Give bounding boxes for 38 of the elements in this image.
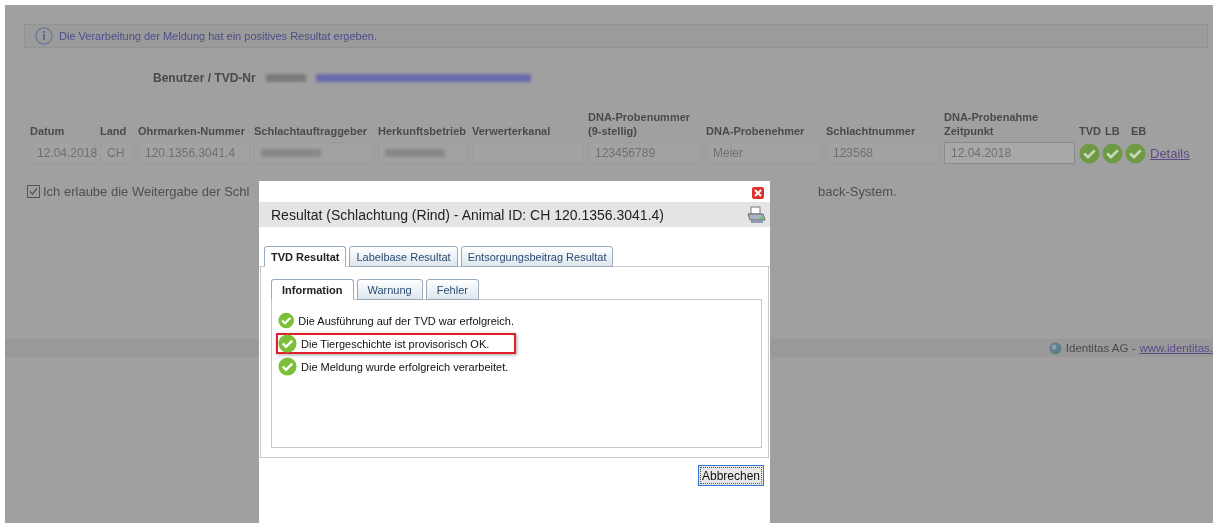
column-header: Herkunftsbetrieb (378, 124, 468, 138)
message-text: Die Ausführung auf der TVD war erfolgreich. (298, 314, 514, 327)
cancel-button[interactable]: Abbrechen (697, 465, 764, 486)
dialog-title: Resultat (Schlachtung (Rind) - Animal ID: CH 120.1356.3041.4) (271, 206, 664, 223)
blurred-number (265, 74, 306, 82)
column-header: LB (1105, 124, 1121, 138)
column-header: Schlachtauftraggeber (254, 124, 369, 138)
result-tab[interactable]: Labelbase Resultat (349, 246, 458, 267)
column-header: EB (1131, 124, 1148, 138)
message-tab[interactable]: Fehler (425, 279, 479, 300)
info-message: Die Verarbeitung der Meldung hat ein positives Resultat ergeben. (59, 30, 377, 42)
consent-text: back-System. (818, 184, 898, 199)
consent-text: Ich erlaube die Weitergabe der Schl (43, 184, 251, 199)
message-tab[interactable]: Warnung (356, 279, 423, 300)
result-tab[interactable]: TVD Resultat (264, 246, 347, 267)
column-header: TVD (1079, 124, 1102, 138)
message-tab[interactable]: Information (271, 279, 354, 300)
column-header: DNA-Probenahme Zeitpunkt (944, 110, 1040, 138)
success-icon (278, 357, 297, 376)
result-tab[interactable]: Entsorgungsbeitrag Resultat (460, 246, 614, 267)
column-header: Datum (30, 124, 66, 138)
globe-icon (1048, 341, 1062, 355)
user-label: Benutzer / TVD-Nr (153, 71, 256, 85)
message-text: Die Meldung wurde erfolgreich verarbeitet. (301, 360, 509, 373)
column-header: DNA-Probenummer (9-stellig) (588, 110, 692, 138)
column-header: Ohrmarken-Nummer (138, 124, 246, 138)
close-icon[interactable] (752, 187, 764, 199)
column-header: DNA-Probenehmer (706, 124, 806, 138)
checkbox[interactable] (27, 185, 40, 198)
info-icon (35, 27, 53, 45)
company-name: Identitas AG - (1065, 342, 1136, 354)
printer-icon[interactable] (746, 204, 766, 225)
success-icon (278, 334, 297, 353)
success-icon (278, 311, 295, 330)
column-header: Verwerterkanal (472, 124, 552, 138)
column-header: Schlachtnummer (826, 124, 917, 138)
column-header: Land (100, 124, 128, 138)
message-text: Die Tiergeschichte ist provisorisch OK. (301, 337, 490, 350)
